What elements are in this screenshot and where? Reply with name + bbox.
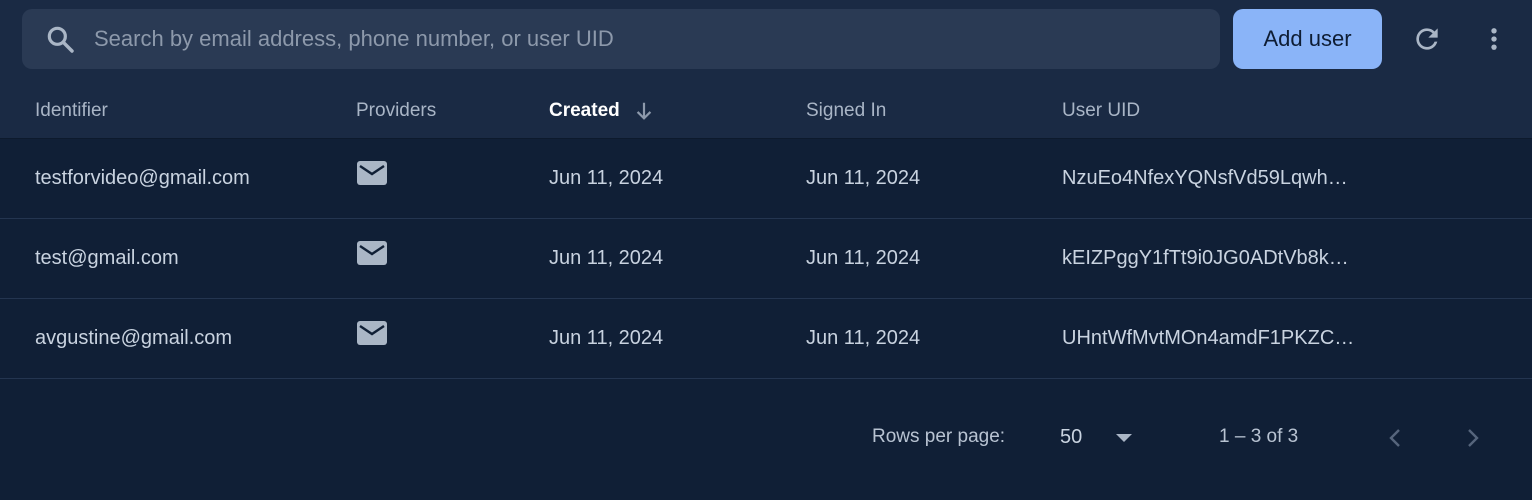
email-icon (357, 161, 387, 185)
toolbar: Add user (0, 0, 1532, 84)
identifier-cell: test@gmail.com (35, 247, 179, 269)
email-icon (357, 321, 387, 345)
refresh-button[interactable] (1404, 16, 1450, 62)
table-header: Identifier Providers Created Signed In U… (0, 84, 1532, 139)
next-page-button[interactable] (1458, 422, 1488, 454)
previous-page-button[interactable] (1380, 422, 1410, 454)
table-row[interactable]: avgustine@gmail.com Jun 11, 2024 Jun 11,… (0, 299, 1532, 379)
user-uid-cell: UHntWfMvtMOn4amdF1PKZC… (1062, 327, 1355, 349)
identifier-cell: testforvideo@gmail.com (35, 167, 250, 189)
created-cell: Jun 11, 2024 (549, 167, 664, 189)
signed-in-cell: Jun 11, 2024 (806, 247, 921, 269)
sort-descending-icon[interactable] (633, 100, 655, 122)
pagination-footer: Rows per page: 50 1 – 3 of 3 (0, 380, 1532, 500)
column-header-user-uid: User UID (1062, 100, 1141, 121)
table-row[interactable]: testforvideo@gmail.com Jun 11, 2024 Jun … (0, 139, 1532, 219)
created-cell: Jun 11, 2024 (549, 327, 664, 349)
more-options-button[interactable] (1472, 16, 1516, 62)
chevron-left-icon (1389, 429, 1400, 447)
search-icon (47, 26, 74, 53)
page-range-text: 1 – 3 of 3 (1219, 426, 1299, 447)
user-uid-cell: NzuEo4NfexYQNsfVd59Lqwh… (1062, 167, 1348, 189)
search-box[interactable] (22, 9, 1220, 69)
search-input[interactable] (94, 9, 1194, 69)
add-user-button[interactable]: Add user (1233, 9, 1382, 69)
email-icon (357, 241, 387, 265)
rows-per-page-select[interactable]: 50 (1060, 418, 1150, 458)
signed-in-cell: Jun 11, 2024 (806, 327, 921, 349)
column-header-identifier[interactable]: Identifier (35, 84, 108, 138)
chevron-right-icon (1468, 429, 1479, 447)
table-row[interactable]: test@gmail.com Jun 11, 2024 Jun 11, 2024… (0, 219, 1532, 299)
created-cell: Jun 11, 2024 (549, 247, 664, 269)
identifier-cell: avgustine@gmail.com (35, 327, 233, 349)
refresh-icon (1416, 28, 1438, 50)
column-header-created[interactable]: Created (549, 84, 620, 138)
rows-per-page-label: Rows per page: (872, 426, 1006, 447)
user-uid-cell: kEIZPggY1fTt9i0JG0ADtVb8k… (1062, 247, 1349, 269)
column-header-signed-in[interactable]: Signed In (806, 84, 886, 138)
column-header-providers: Providers (356, 100, 437, 121)
signed-in-cell: Jun 11, 2024 (806, 167, 921, 189)
more-vert-icon (1491, 28, 1497, 50)
dropdown-arrow-icon (1116, 434, 1132, 442)
table-body: testforvideo@gmail.com Jun 11, 2024 Jun … (0, 139, 1532, 379)
rows-per-page-value: 50 (1060, 426, 1083, 448)
